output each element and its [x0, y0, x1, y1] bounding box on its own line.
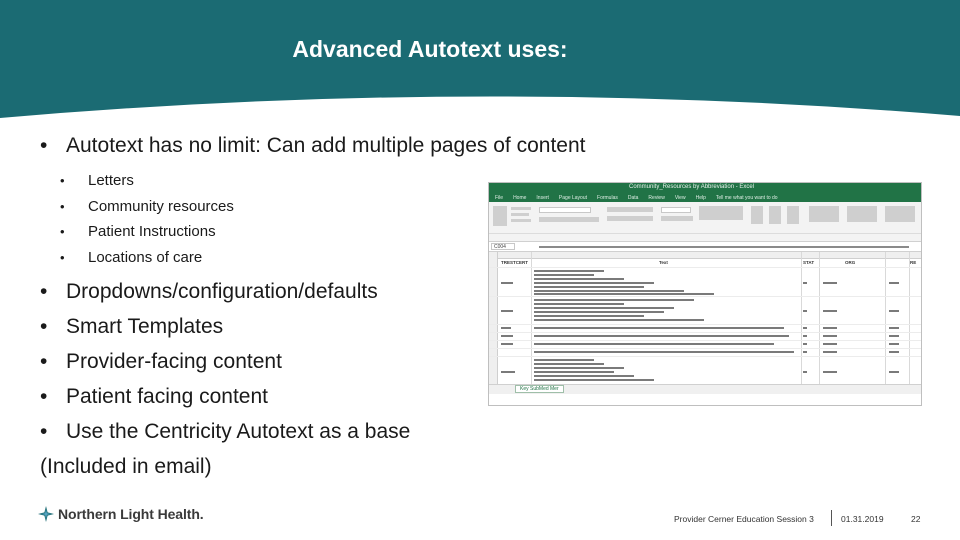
excel-tab-insert: Insert — [536, 195, 549, 201]
excel-tab-formulas: Formulas — [597, 195, 618, 201]
compass-star-icon — [38, 506, 54, 522]
excel-tell-me: Tell me what you want to do — [715, 195, 778, 201]
slide-number: 22 — [911, 514, 921, 524]
excel-sheet-tab: Key SubMed Mer — [515, 385, 564, 393]
excel-tab-view: View — [674, 195, 686, 201]
excel-header-trestcert: TRESTCERT — [501, 260, 528, 265]
included-in-email-note: (Included in email) — [40, 455, 212, 478]
slide-title: Advanced Autotext uses: — [292, 36, 568, 62]
excel-header-text: Text — [659, 260, 668, 265]
excel-tab-review: Review — [648, 195, 665, 201]
footer-divider — [831, 510, 832, 526]
header-banner: Advanced Autotext uses: — [0, 0, 960, 122]
excel-name-box: C004 — [491, 243, 515, 250]
excel-ribbon-tabs: File Home Insert Page Layout Formulas Da… — [489, 194, 921, 202]
excel-formula-bar: C004 — [489, 242, 921, 252]
excel-screenshot: Community_Resources by Abbreviation - Ex… — [488, 182, 922, 406]
excel-header-stat: STAT — [803, 260, 815, 265]
northern-light-logo: Northern Light Health. — [38, 506, 204, 522]
footer-session: Provider Cerner Education Session 3 — [674, 514, 814, 524]
excel-header-re: RE — [910, 260, 917, 265]
excel-window-title: Community_Resources by Abbreviation - Ex… — [629, 184, 755, 190]
logo-wordmark: Northern Light Health. — [58, 506, 204, 522]
excel-header-org: ORG — [845, 260, 856, 265]
excel-tab-data: Data — [627, 195, 639, 201]
excel-titlebar: Community_Resources by Abbreviation - Ex… — [489, 183, 921, 194]
excel-tab-help: Help — [695, 195, 706, 201]
excel-grid: TRESTCERT Text STAT ORG RE Key SubMed Me… — [489, 252, 921, 394]
excel-ribbon — [489, 202, 921, 242]
bullet-centricity-base: Use the Centricity Autotext as a base — [40, 414, 640, 449]
excel-tab-file: File — [495, 195, 504, 201]
bullet-autotext-no-limit: Autotext has no limit: Can add multiple … — [40, 132, 640, 160]
footer-date: 01.31.2019 — [841, 514, 884, 524]
excel-tab-home: Home — [513, 195, 527, 201]
excel-tab-page-layout: Page Layout — [558, 195, 588, 201]
